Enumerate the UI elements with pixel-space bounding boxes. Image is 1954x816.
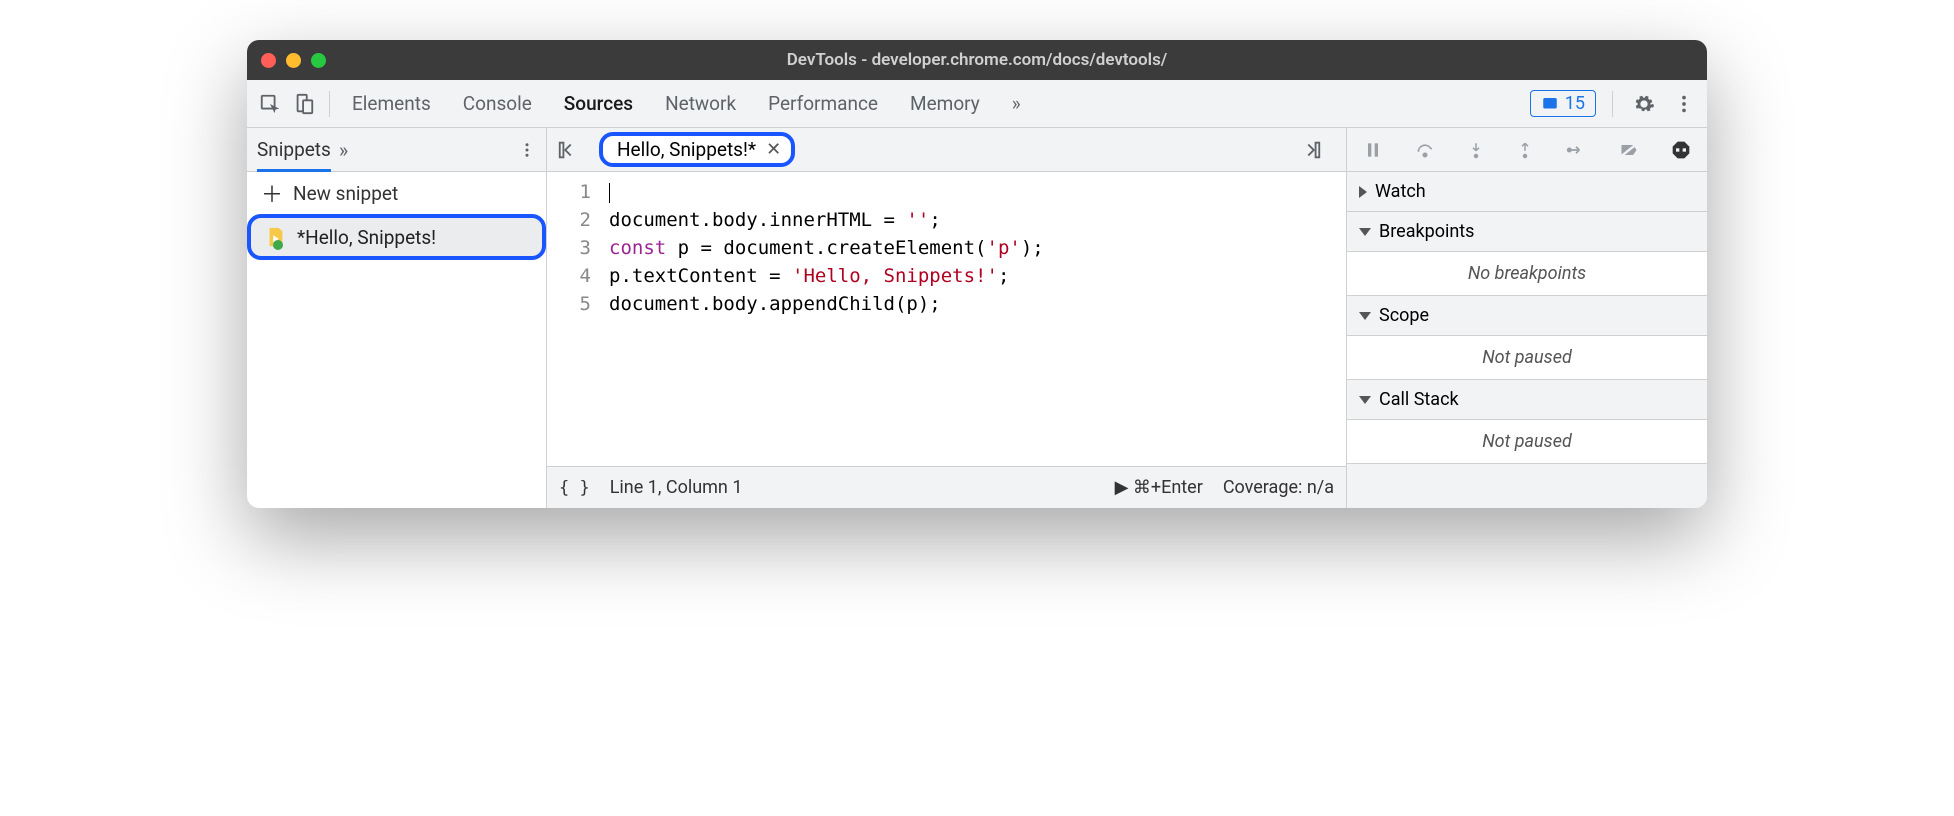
step-out-icon[interactable] — [1516, 140, 1534, 160]
tab-performance[interactable]: Performance — [766, 92, 880, 115]
separator — [329, 91, 330, 117]
editor-statusbar: { } Line 1, Column 1 ▶ ⌘+Enter Coverage:… — [547, 466, 1346, 508]
close-icon[interactable] — [261, 53, 276, 68]
tab-console[interactable]: Console — [461, 92, 534, 115]
main-area: Snippets » ＋ New snippet *Hello, Snippet… — [247, 128, 1707, 508]
pretty-print-button[interactable]: { } — [559, 478, 590, 498]
chevron-right-icon — [1359, 186, 1367, 198]
inspect-icon[interactable] — [255, 89, 285, 119]
snippet-item[interactable]: *Hello, Snippets! — [247, 214, 546, 260]
separator — [1612, 91, 1613, 117]
tab-sources[interactable]: Sources — [562, 92, 635, 115]
panel-tabs: Elements Console Sources Network Perform… — [350, 92, 1023, 115]
main-toolbar: Elements Console Sources Network Perform… — [247, 80, 1707, 128]
titlebar: DevTools - developer.chrome.com/docs/dev… — [247, 40, 1707, 80]
issues-count: 15 — [1565, 93, 1585, 114]
tab-snippets[interactable]: Snippets — [257, 138, 331, 172]
nav-forward-icon[interactable] — [1300, 139, 1336, 161]
code-body[interactable]: document.body.innerHTML = '';const p = d… — [603, 172, 1044, 466]
step-icon[interactable] — [1565, 140, 1587, 160]
coverage-status: Coverage: n/a — [1223, 477, 1334, 498]
chevron-down-icon — [1359, 312, 1371, 320]
editor-tab-label: Hello, Snippets!* — [617, 138, 756, 161]
line-gutter: 12345 — [547, 172, 603, 466]
kebab-menu-icon[interactable] — [518, 141, 536, 159]
tab-network[interactable]: Network — [663, 92, 738, 115]
deactivate-breakpoints-icon[interactable] — [1618, 140, 1640, 160]
debugger-toolbar — [1347, 128, 1707, 172]
code-editor[interactable]: 12345 document.body.innerHTML = '';const… — [547, 172, 1346, 466]
breakpoints-section-body: No breakpoints — [1347, 252, 1707, 296]
minimize-icon[interactable] — [286, 53, 301, 68]
callstack-section-header[interactable]: Call Stack — [1347, 380, 1707, 420]
pause-icon[interactable] — [1363, 140, 1383, 160]
nav-back-icon[interactable] — [557, 139, 593, 161]
tab-memory[interactable]: Memory — [908, 92, 982, 115]
pause-on-exceptions-icon[interactable] — [1671, 140, 1691, 160]
cursor-position: Line 1, Column 1 — [610, 477, 743, 498]
tab-elements[interactable]: Elements — [350, 92, 433, 115]
step-into-icon[interactable] — [1467, 140, 1485, 160]
modified-indicator-icon — [273, 240, 283, 250]
gear-icon[interactable] — [1629, 89, 1659, 119]
close-tab-icon[interactable]: ✕ — [766, 139, 781, 160]
traffic-lights — [261, 53, 326, 68]
editor-panel: Hello, Snippets!* ✕ 12345 document.body.… — [547, 128, 1347, 508]
new-snippet-button[interactable]: ＋ New snippet — [247, 172, 546, 214]
editor-tab[interactable]: Hello, Snippets!* ✕ — [599, 132, 795, 167]
watch-section-header[interactable]: Watch — [1347, 172, 1707, 212]
issues-badge[interactable]: 15 — [1530, 90, 1596, 117]
new-snippet-label: New snippet — [293, 182, 398, 205]
step-over-icon[interactable] — [1414, 140, 1436, 160]
chevron-down-icon — [1359, 396, 1371, 404]
debugger-panel: Watch Breakpoints No breakpoints Scope N… — [1347, 128, 1707, 508]
breakpoints-section-header[interactable]: Breakpoints — [1347, 212, 1707, 252]
maximize-icon[interactable] — [311, 53, 326, 68]
run-snippet-button[interactable]: ▶ ⌘+Enter — [1115, 477, 1203, 498]
chevron-down-icon — [1359, 228, 1371, 236]
scope-section-header[interactable]: Scope — [1347, 296, 1707, 336]
devtools-window: DevTools - developer.chrome.com/docs/dev… — [247, 40, 1707, 508]
device-toggle-icon[interactable] — [289, 89, 319, 119]
kebab-menu-icon[interactable] — [1669, 89, 1699, 119]
plus-icon: ＋ — [261, 177, 283, 209]
window-title: DevTools - developer.chrome.com/docs/dev… — [261, 50, 1693, 70]
snippet-item-label: *Hello, Snippets! — [297, 226, 436, 249]
more-nav-tabs-icon[interactable]: » — [339, 138, 348, 162]
navigator-panel: Snippets » ＋ New snippet *Hello, Snippet… — [247, 128, 547, 508]
callstack-section-body: Not paused — [1347, 420, 1707, 464]
navigator-tabs: Snippets » — [247, 128, 546, 172]
editor-tabbar: Hello, Snippets!* ✕ — [547, 128, 1346, 172]
scope-section-body: Not paused — [1347, 336, 1707, 380]
more-tabs-icon[interactable]: » — [1010, 92, 1023, 115]
